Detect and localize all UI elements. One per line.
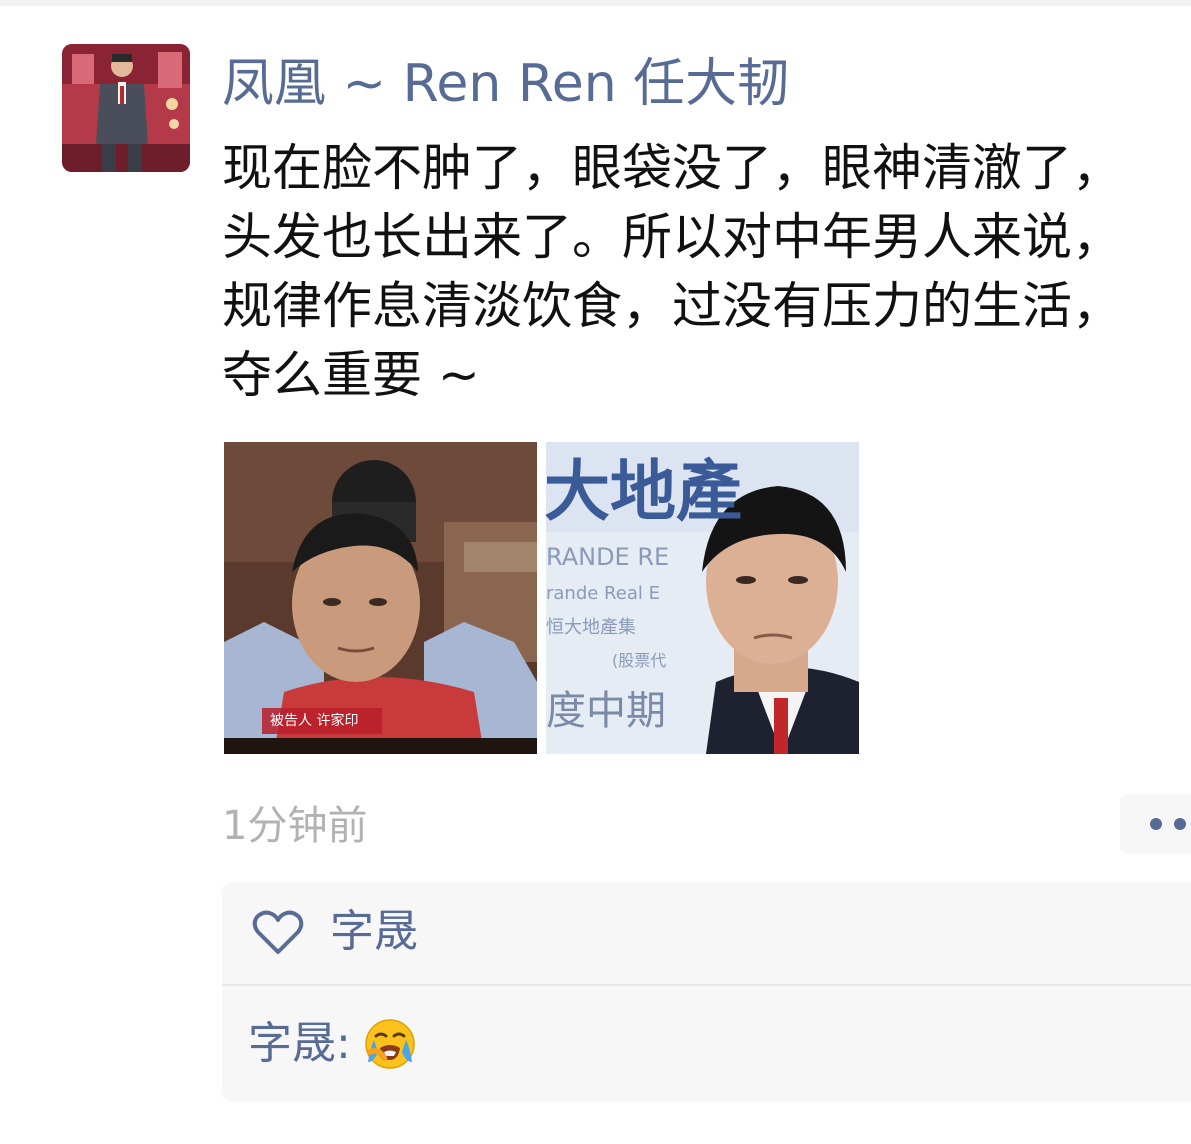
- post-photo-2[interactable]: 大地產 RANDE RE rande Real E 恒大地產集 (股票代 度中期: [546, 442, 859, 754]
- photo-bg-text: 恒大地產集: [546, 617, 636, 638]
- author-name[interactable]: 凤凰 ~ Ren Ren 任大韧: [222, 52, 789, 116]
- photo-bg-text: 度中期: [546, 688, 666, 734]
- heart-icon: [252, 910, 304, 954]
- more-actions-button[interactable]: [1120, 794, 1191, 854]
- interaction-panel: 字晟 字晟:: [222, 882, 1191, 1102]
- comment-item[interactable]: 字晟:: [248, 1016, 416, 1076]
- photo-bg-text: 大地產: [546, 453, 742, 530]
- post-text: 现在脸不肿了，眼袋没了，眼神清澈了， 头发也长出来了。所以对中年男人来说， 规律…: [222, 134, 1188, 410]
- more-dots-icon: [1174, 818, 1186, 830]
- author-avatar[interactable]: [62, 44, 190, 172]
- more-dots-icon: [1150, 818, 1162, 830]
- photo-bg-text: RANDE RE: [546, 543, 670, 571]
- post-text-line: 夺么重要 ~: [222, 346, 480, 404]
- photo-bg-text: (股票代: [612, 651, 667, 670]
- photo-caption: 被告人 许家印: [270, 713, 359, 729]
- loudly-crying-face-icon: [365, 1019, 415, 1069]
- likes-comments-divider: [222, 984, 1191, 986]
- post-text-line: 规律作息清淡饮食，过没有压力的生活，: [222, 277, 1122, 335]
- post-photo-1[interactable]: 被告人 许家印: [224, 442, 537, 754]
- photo-bg-text: rande Real E: [546, 583, 660, 604]
- top-divider: [0, 0, 1191, 6]
- post-timestamp: 1分钟前: [222, 803, 368, 849]
- likes-row: 字晟: [222, 882, 1191, 984]
- liker-name[interactable]: 字晟: [330, 904, 418, 960]
- post-text-line: 头发也长出来了。所以对中年男人来说，: [222, 208, 1122, 266]
- post-text-line: 现在脸不肿了，眼袋没了，眼神清澈了，: [222, 139, 1122, 197]
- comment-author[interactable]: 字晟: [248, 1016, 336, 1072]
- comment-separator: :: [336, 1018, 351, 1069]
